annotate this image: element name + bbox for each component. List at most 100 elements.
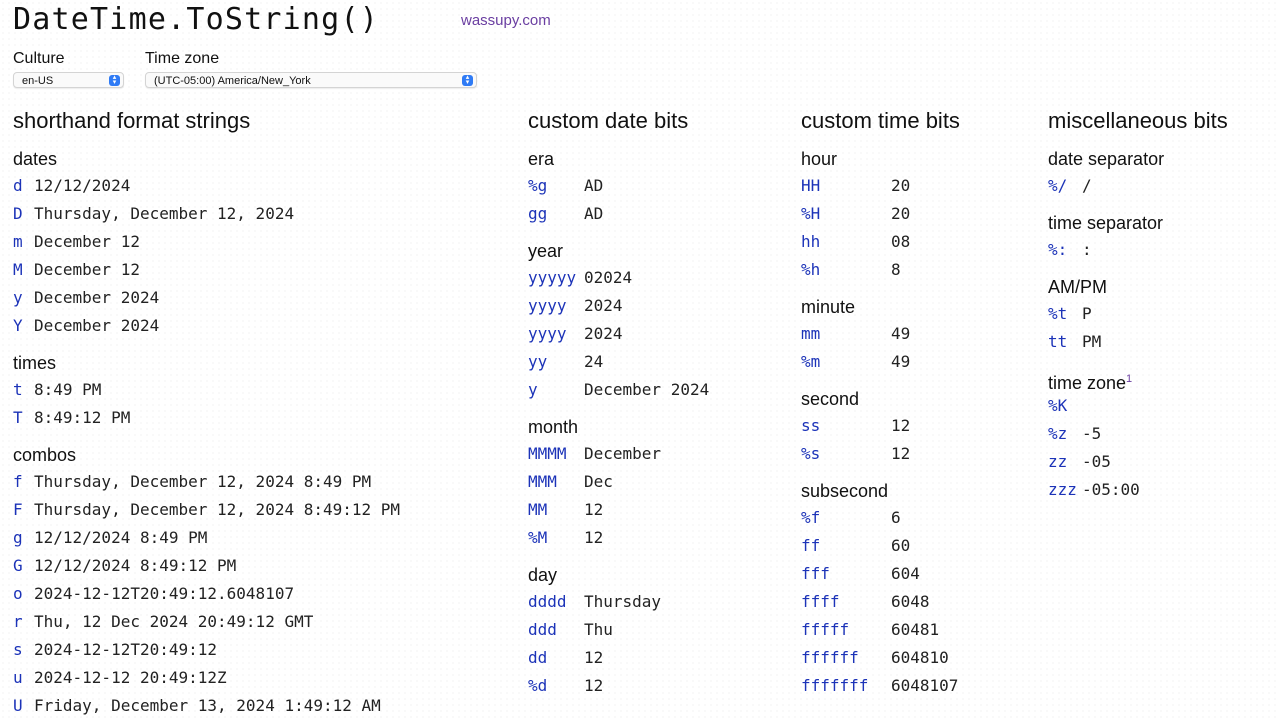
format-code: %z [1048, 424, 1068, 443]
format-row: %s 12 [801, 440, 1041, 468]
format-row: dd 12 [528, 644, 788, 672]
format-row: %M 12 [528, 524, 788, 552]
format-result: 12 [584, 648, 604, 667]
format-row: %g AD [528, 172, 788, 200]
format-result: Thursday, December 12, 2024 8:49 PM [34, 472, 372, 491]
group-label: month [528, 414, 788, 440]
select-chevron-icon: ▴ ▾ [462, 74, 473, 86]
format-code: %d [528, 676, 548, 695]
format-code: MM [528, 500, 548, 519]
format-result: December [584, 444, 662, 463]
format-result: 12 [584, 528, 604, 547]
format-row: t 8:49 PM [13, 376, 513, 404]
format-result: 2024-12-12T20:49:12.6048107 [34, 584, 295, 603]
format-code: r [13, 612, 23, 631]
format-result: Dec [584, 472, 613, 491]
format-row: %H 20 [801, 200, 1041, 228]
format-code: F [13, 500, 23, 519]
format-code: fffffff [801, 676, 869, 695]
group-label: era [528, 146, 788, 172]
group-label: time separator [1048, 210, 1278, 236]
format-result: -05 [1082, 452, 1111, 471]
format-code: y [13, 288, 23, 307]
footnote-link[interactable]: 1 [1126, 373, 1132, 385]
format-code: mm [801, 324, 821, 343]
format-row: G 12/12/2024 8:49:12 PM [13, 552, 513, 580]
format-result: 60481 [891, 620, 940, 639]
group-label-text: era [528, 149, 555, 169]
format-result: 8:49:12 PM [34, 408, 131, 427]
group-label: hour [801, 146, 1041, 172]
format-code: f [13, 472, 23, 491]
format-row: fff 604 [801, 560, 1041, 588]
shorthand-column: shorthand format strings dates d 12/12/2024… [13, 106, 513, 720]
format-code: ddd [528, 620, 557, 639]
format-result: -05:00 [1082, 480, 1140, 499]
format-result: 02024 [584, 268, 633, 287]
group-label-text: minute [801, 297, 856, 317]
misc-column: miscellaneous bits date separator %/ / time … [1048, 106, 1278, 504]
format-row: f Thursday, December 12, 2024 8:49 PM [13, 468, 513, 496]
format-row: fffff 60481 [801, 616, 1041, 644]
format-row: %K [1048, 392, 1278, 420]
format-code: ss [801, 416, 821, 435]
format-code: d [13, 176, 23, 195]
format-code: Y [13, 316, 23, 335]
format-row: yyyyy 02024 [528, 264, 788, 292]
group-label-text: times [13, 353, 57, 373]
format-code: o [13, 584, 23, 603]
group-label-text: date separator [1048, 149, 1165, 169]
format-result: 12 [891, 444, 911, 463]
timezone-select[interactable]: (UTC-05:00) America/New_York ▴ ▾ [145, 72, 477, 88]
format-row: ffff 6048 [801, 588, 1041, 616]
format-row: u 2024-12-12 20:49:12Z [13, 664, 513, 692]
format-code: zzz [1048, 480, 1077, 499]
format-code: t [13, 380, 23, 399]
format-row: fffffff 6048107 [801, 672, 1041, 700]
format-code: hh [801, 232, 821, 251]
format-result: 12/12/2024 8:49:12 PM [34, 556, 237, 575]
format-code: u [13, 668, 23, 687]
format-row: %m 49 [801, 348, 1041, 376]
format-result: December 2024 [34, 288, 160, 307]
format-row: gg AD [528, 200, 788, 228]
format-code: HH [801, 176, 821, 195]
format-result: AD [584, 176, 604, 195]
format-row: Y December 2024 [13, 312, 513, 340]
format-row: ff 60 [801, 532, 1041, 560]
format-row: T 8:49:12 PM [13, 404, 513, 432]
culture-select[interactable]: en-US ▴ ▾ [13, 72, 124, 88]
format-result: December 12 [34, 260, 140, 279]
format-code: dddd [528, 592, 567, 611]
format-row: HH 20 [801, 172, 1041, 200]
format-row: MMMM December [528, 440, 788, 468]
format-row: hh 08 [801, 228, 1041, 256]
format-result: 24 [584, 352, 604, 371]
timezone-label: Time zone [145, 50, 220, 67]
group-label: dates [13, 146, 513, 172]
group-label: minute [801, 294, 1041, 320]
site-link[interactable]: wassupy.com [461, 12, 551, 29]
format-result: 12/12/2024 [34, 176, 131, 195]
format-code: fffff [801, 620, 850, 639]
format-code: %h [801, 260, 821, 279]
format-code: ffff [801, 592, 840, 611]
group-label: year [528, 238, 788, 264]
group-label-text: year [528, 241, 564, 261]
format-row: yyyy 2024 [528, 292, 788, 320]
culture-select-value: en-US [22, 75, 54, 87]
format-row: %f 6 [801, 504, 1041, 532]
format-code: MMM [528, 472, 557, 491]
format-result: -5 [1082, 424, 1102, 443]
format-code: %m [801, 352, 821, 371]
format-result: December 2024 [34, 316, 160, 335]
format-code: yyyy [528, 324, 567, 343]
group-label-text: second [801, 389, 860, 409]
format-row: yy 24 [528, 348, 788, 376]
format-result: 08 [891, 232, 911, 251]
